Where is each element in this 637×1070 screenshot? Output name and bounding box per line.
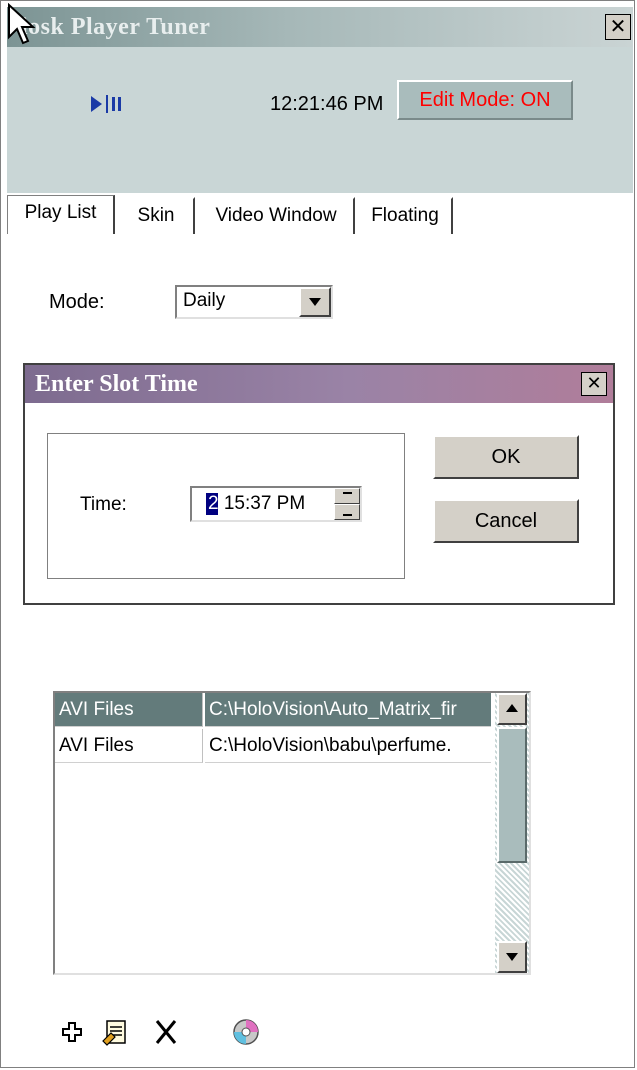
file-type-cell: AVI Files <box>55 693 203 727</box>
window-close-button[interactable]: ✕ <box>605 14 631 40</box>
file-path-cell: C:\HoloVision\Auto_Matrix_fir <box>205 693 491 727</box>
table-row[interactable]: AVI Files C:\HoloVision\babu\perfume. <box>55 729 493 763</box>
chevron-down-icon[interactable] <box>299 287 331 317</box>
scroll-up-button[interactable] <box>497 693 527 725</box>
edit-file-icon[interactable] <box>101 1017 131 1047</box>
mode-label: Mode: <box>49 291 105 313</box>
file-path-cell: C:\HoloVision\babu\perfume. <box>205 729 491 763</box>
time-value: 2:15:37 PM <box>208 493 306 514</box>
time-group-box: Time: 2:15:37 PM <box>47 433 405 579</box>
mode-value: Daily <box>183 290 226 311</box>
mouse-cursor-icon <box>8 3 36 45</box>
edit-mode-indicator[interactable]: Edit Mode: ON <box>397 80 573 120</box>
table-row[interactable]: AVI Files C:\HoloVision\Auto_Matrix_fir <box>55 693 493 727</box>
scroll-thumb[interactable] <box>497 727 527 863</box>
window-title: iosk Player Tuner <box>21 14 211 40</box>
ok-button[interactable]: OK <box>433 435 579 479</box>
tab-divider <box>7 234 633 236</box>
spin-down-button[interactable] <box>334 504 360 520</box>
playlist-file-list[interactable]: AVI Files C:\HoloVision\Auto_Matrix_fir … <box>53 691 531 975</box>
time-input[interactable]: 2:15:37 PM <box>190 486 362 522</box>
player-header: 12:21:46 PM Edit Mode: ON <box>7 47 633 193</box>
enter-slot-time-dialog: Enter Slot Time ✕ Time: 2:15:37 PM OK Ca… <box>23 363 615 605</box>
delete-icon[interactable] <box>151 1017 181 1047</box>
clock-display: 12:21:46 PM <box>270 93 384 115</box>
vertical-scrollbar[interactable] <box>495 693 529 973</box>
dialog-title-bar[interactable]: Enter Slot Time ✕ <box>25 365 613 403</box>
tab-skin[interactable]: Skin <box>117 197 195 235</box>
tab-video-window[interactable]: Video Window <box>197 197 355 235</box>
mode-dropdown[interactable]: Daily <box>175 285 333 319</box>
dialog-title: Enter Slot Time <box>35 371 198 397</box>
tab-play-list[interactable]: Play List <box>7 195 115 235</box>
cd-icon[interactable] <box>231 1017 261 1047</box>
file-type-cell: AVI Files <box>55 729 203 763</box>
tab-floating[interactable]: Floating <box>357 197 453 235</box>
time-spinner[interactable] <box>334 488 360 520</box>
title-bar[interactable]: iosk Player Tuner ✕ <box>7 7 633 47</box>
scroll-down-button[interactable] <box>497 941 527 973</box>
spin-up-button[interactable] <box>334 488 360 504</box>
cancel-button[interactable]: Cancel <box>433 499 579 543</box>
play-pause-icon[interactable] <box>91 89 121 119</box>
dialog-close-button[interactable]: ✕ <box>581 372 607 396</box>
kiosk-player-tuner-window: iosk Player Tuner ✕ 12:21:46 PM Edit Mod… <box>0 0 635 1068</box>
add-icon[interactable] <box>57 1017 87 1047</box>
time-label: Time: <box>80 494 127 515</box>
